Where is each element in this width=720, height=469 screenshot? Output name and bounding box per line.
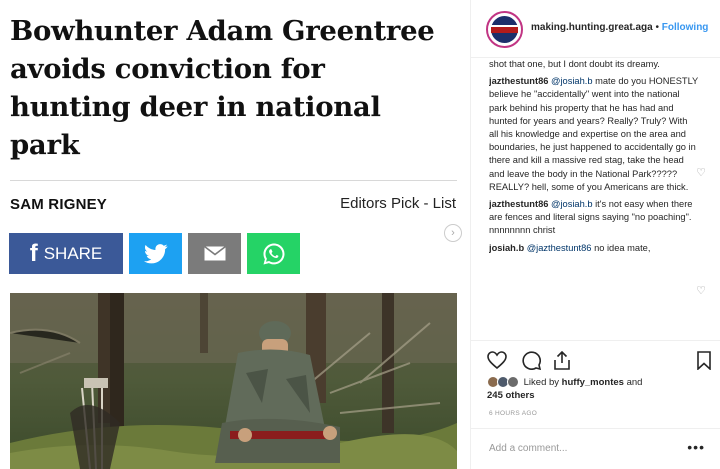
liked-by-prefix: Liked by [523, 377, 562, 388]
liked-by-suffix: and [623, 377, 643, 388]
comment-text: mate do you HONESTLY believe he "acciden… [489, 76, 699, 192]
comment-item: josiah.b @jazthestunt86 no idea mate, [489, 242, 699, 255]
comment-username[interactable]: jazthestunt86 [489, 76, 548, 86]
twitter-icon [143, 243, 167, 263]
comment-text: shot that one, but I dont doubt its drea… [489, 59, 660, 69]
article-panel: Bowhunter Adam Greentree avoids convicti… [0, 0, 470, 469]
comments-list[interactable]: shot that one, but I dont doubt its drea… [489, 58, 699, 340]
comment-like-heart-icon[interactable]: ♡ [696, 166, 706, 179]
category-link[interactable]: Editors Pick - List [340, 195, 456, 212]
comment-item: jazthestunt86 @josiah.b it's not easy wh… [489, 198, 699, 238]
likes-summary: Liked by huffy_montes and 245 others [487, 376, 707, 402]
comment-bubble-icon[interactable] [521, 351, 541, 370]
share-upload-icon[interactable] [553, 351, 571, 370]
email-share-button[interactable] [188, 233, 241, 274]
article-photo [10, 293, 457, 469]
like-heart-icon[interactable] [487, 351, 507, 369]
post-actions [471, 340, 720, 380]
comment-username[interactable]: jazthestunt86 [489, 199, 548, 209]
instagram-panel: making.hunting.great.aga • Following sho… [470, 0, 720, 469]
header-separator: • [652, 22, 662, 33]
comment-mention[interactable]: @josiah.b [551, 199, 592, 209]
post-timestamp: 6 HOURS AGO [489, 410, 538, 417]
whatsapp-icon [263, 243, 284, 264]
comment-username[interactable]: josiah.b [489, 243, 524, 253]
liked-by-others[interactable]: 245 others [487, 390, 535, 401]
whatsapp-share-button[interactable] [247, 233, 300, 274]
following-button[interactable]: Following [662, 22, 709, 33]
account-avatar[interactable] [486, 11, 523, 48]
add-comment-bar: Add a comment... ••• [471, 428, 720, 469]
email-icon [203, 246, 226, 261]
twitter-share-button[interactable] [129, 233, 182, 274]
save-bookmark-icon[interactable] [697, 351, 711, 370]
comment-mention[interactable]: @josiah.b [551, 76, 592, 86]
share-buttons: f SHARE [9, 233, 300, 274]
next-arrow-icon[interactable]: › [444, 224, 462, 242]
liked-by-user[interactable]: huffy_montes [562, 377, 624, 388]
account-username[interactable]: making.hunting.great.aga [531, 22, 653, 33]
author-name[interactable]: SAM RIGNEY [10, 196, 107, 213]
facebook-icon: f [29, 239, 38, 267]
liker-avatars [487, 376, 521, 389]
account-handle-row: making.hunting.great.aga • Following [531, 22, 708, 33]
headline-divider [10, 180, 457, 181]
add-comment-input[interactable]: Add a comment... [489, 443, 567, 454]
post-header: making.hunting.great.aga • Following [471, 0, 720, 58]
more-options-icon[interactable]: ••• [687, 439, 705, 455]
comment-item: shot that one, but I dont doubt its drea… [489, 58, 699, 71]
comment-text: no idea mate, [591, 242, 651, 253]
comment-like-heart-icon[interactable]: ♡ [696, 284, 706, 297]
facebook-share-label: SHARE [43, 243, 103, 263]
comment-item: jazthestunt86 @josiah.b mate do you HONE… [489, 75, 699, 194]
article-headline: Bowhunter Adam Greentree avoids convicti… [10, 15, 435, 161]
facebook-share-button[interactable]: f SHARE [9, 233, 123, 274]
comment-mention[interactable]: @jazthestunt86 [527, 243, 592, 253]
